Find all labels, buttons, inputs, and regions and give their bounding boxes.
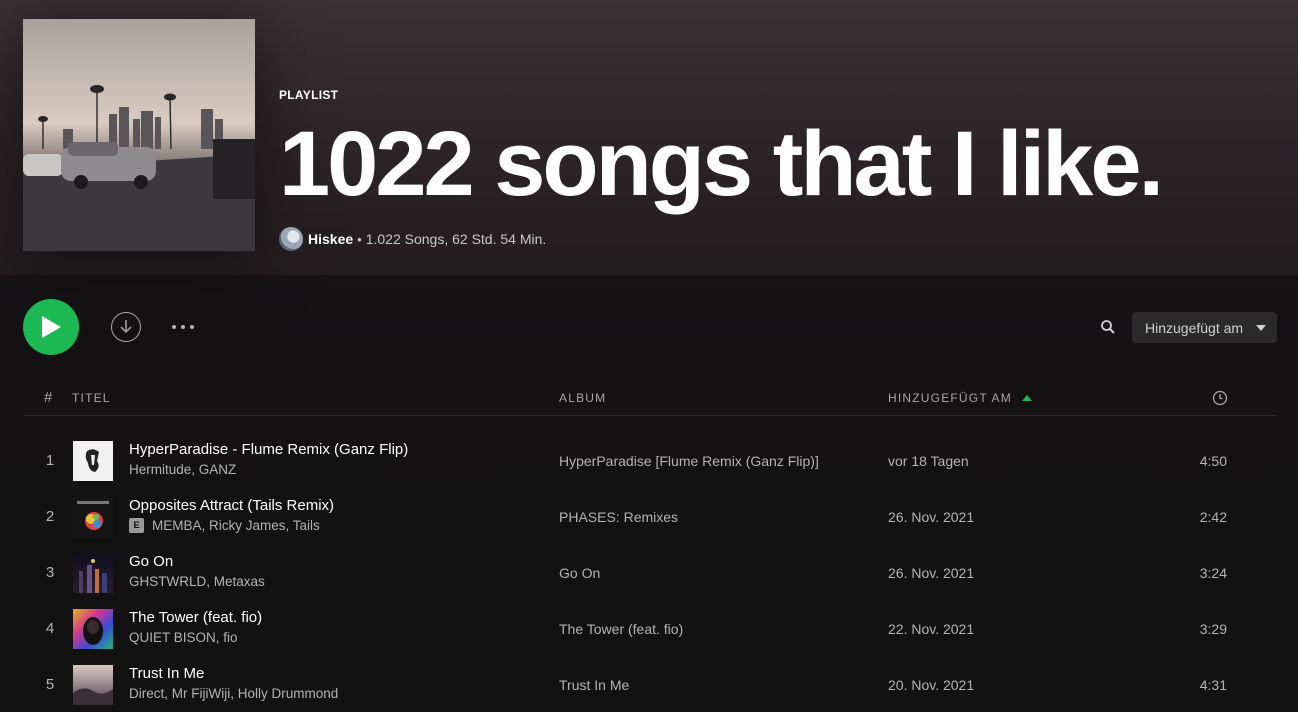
track-date-added: 26. Nov. 2021	[888, 509, 975, 525]
track-title[interactable]: Go On	[129, 553, 173, 570]
cover-art	[23, 19, 255, 251]
column-header-added[interactable]: HINZUGEFÜGT AM	[888, 391, 1032, 405]
column-header-number: #	[44, 389, 53, 406]
track-title[interactable]: HyperParadise - Flume Remix (Ganz Flip)	[129, 441, 408, 458]
track-artists[interactable]: GHSTWRLD, Metaxas	[129, 574, 265, 589]
track-cover-image	[73, 497, 113, 537]
explicit-badge: E	[129, 518, 144, 533]
track-date-added: 26. Nov. 2021	[888, 565, 975, 581]
track-artists[interactable]: Direct, Mr FijiWiji, Holly Drummond	[129, 686, 338, 701]
track-row[interactable]: 2 Opposites Attract (Tails Remix) E MEMB…	[23, 489, 1277, 545]
track-artists-text[interactable]: Direct, Mr FijiWiji, Holly Drummond	[129, 686, 338, 701]
track-cover-image	[73, 553, 113, 593]
column-header-album[interactable]: ALBUM	[559, 391, 606, 405]
track-album[interactable]: Trust In Me	[559, 677, 629, 693]
track-number: 5	[45, 676, 55, 693]
track-album[interactable]: The Tower (feat. fio)	[559, 621, 683, 637]
track-number: 3	[45, 564, 55, 581]
track-artists-text[interactable]: Hermitude, GANZ	[129, 462, 236, 477]
track-number: 2	[45, 508, 55, 525]
track-album[interactable]: HyperParadise [Flume Remix (Ganz Flip)]	[559, 453, 819, 469]
track-artists[interactable]: Hermitude, GANZ	[129, 462, 236, 477]
play-button[interactable]	[23, 299, 79, 355]
sort-ascending-icon	[1021, 395, 1032, 401]
download-icon	[120, 320, 132, 334]
column-header-added-label: HINZUGEFÜGT AM	[888, 391, 1012, 405]
track-row[interactable]: 3 Go On GHSTWRLD, Metaxas Go On 26. Nov.…	[23, 545, 1277, 601]
track-number: 1	[45, 452, 55, 469]
track-album[interactable]: PHASES: Remixes	[559, 509, 678, 525]
playlist-type-label: PLAYLIST	[279, 88, 339, 102]
track-duration: 3:29	[1199, 621, 1227, 637]
track-title[interactable]: Trust In Me	[129, 665, 204, 682]
separator-dot: •	[357, 231, 362, 247]
track-number: 4	[45, 620, 55, 637]
playlist-title: 1022 songs that I like.	[279, 113, 1164, 215]
track-artists[interactable]: QUIET BISON, fio	[129, 630, 238, 645]
track-date-added: vor 18 Tagen	[888, 453, 969, 469]
track-title[interactable]: The Tower (feat. fio)	[129, 609, 262, 626]
track-duration: 2:42	[1199, 509, 1227, 525]
track-album[interactable]: Go On	[559, 565, 600, 581]
track-row[interactable]: 5 Trust In Me Direct, Mr FijiWiji, Holly…	[23, 657, 1277, 712]
column-header-title[interactable]: TITEL	[72, 391, 111, 405]
track-cover-image	[73, 665, 113, 705]
track-date-added: 22. Nov. 2021	[888, 621, 975, 637]
more-options-button[interactable]	[168, 317, 198, 337]
track-duration: 3:24	[1199, 565, 1227, 581]
track-date-added: 20. Nov. 2021	[888, 677, 975, 693]
track-duration: 4:31	[1199, 677, 1227, 693]
sort-dropdown-label: Hinzugefügt am	[1145, 319, 1244, 336]
track-row[interactable]: 4 The Tower (feat. fio) QUIET BISON, fio…	[23, 601, 1277, 657]
tracklist-header: # TITEL ALBUM HINZUGEFÜGT AM	[23, 380, 1277, 416]
track-title[interactable]: Opposites Attract (Tails Remix)	[129, 497, 334, 514]
track-row[interactable]: 1 HyperParadise - Flume Remix (Ganz Flip…	[23, 433, 1277, 489]
column-header-duration[interactable]	[1212, 390, 1228, 409]
clock-icon	[1212, 390, 1228, 406]
track-duration: 4:50	[1199, 453, 1227, 469]
track-cover-image	[73, 441, 113, 481]
search-in-playlist-button[interactable]	[1098, 317, 1118, 337]
search-icon	[1101, 320, 1115, 334]
sort-dropdown[interactable]: Hinzugefügt am	[1132, 312, 1277, 343]
download-button[interactable]	[111, 312, 141, 342]
owner-name-link[interactable]: Hiskee	[308, 231, 353, 247]
more-icon	[172, 325, 194, 329]
track-artists-text[interactable]: MEMBA, Ricky James, Tails	[152, 518, 320, 533]
caret-down-icon	[1256, 325, 1266, 331]
track-artists-text[interactable]: QUIET BISON, fio	[129, 630, 238, 645]
playlist-header: PLAYLIST 1022 songs that I like. Hiskee …	[0, 0, 1298, 275]
playlist-page: PLAYLIST 1022 songs that I like. Hiskee …	[0, 0, 1298, 712]
track-artists[interactable]: E MEMBA, Ricky James, Tails	[129, 518, 320, 533]
playlist-stats: 1.022 Songs, 62 Std. 54 Min.	[365, 231, 547, 247]
owner-avatar[interactable]	[279, 227, 303, 251]
track-artists-text[interactable]: GHSTWRLD, Metaxas	[129, 574, 265, 589]
playlist-owner-line: Hiskee • 1.022 Songs, 62 Std. 54 Min.	[279, 227, 546, 251]
playlist-meta: PLAYLIST	[279, 88, 338, 102]
track-cover-image	[73, 609, 113, 649]
playlist-cover-image[interactable]	[23, 19, 255, 251]
play-icon	[42, 316, 61, 338]
